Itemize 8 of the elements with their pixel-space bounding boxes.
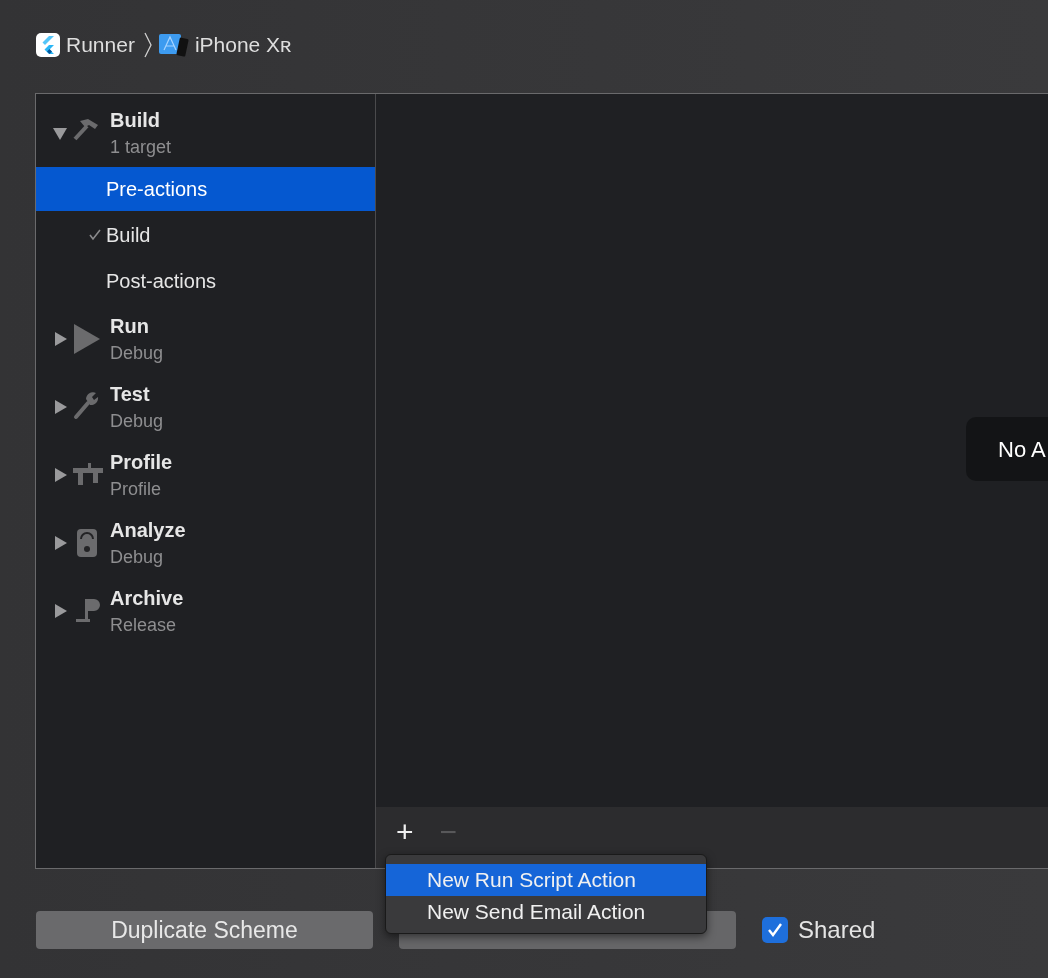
group-subtitle: Debug [110, 342, 164, 364]
group-subtitle: Profile [110, 478, 163, 500]
group-subtitle: Debug [110, 546, 165, 568]
checkbox-label: Shared [798, 916, 876, 944]
group-subtitle: Release [110, 614, 178, 636]
group-subtitle: Debug [110, 410, 164, 432]
empty-message: No A [966, 417, 1048, 481]
group-subtitle: 1 target [110, 136, 172, 158]
